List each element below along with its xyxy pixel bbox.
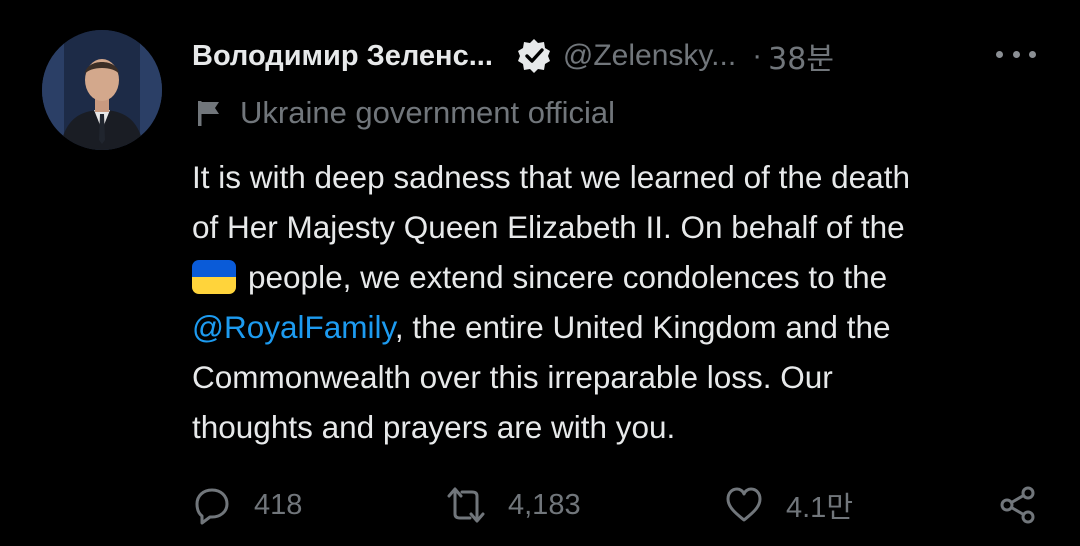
tweet-line: people, we extend sincere condolences to… bbox=[192, 252, 1052, 302]
reply-button[interactable]: 418 bbox=[192, 480, 302, 530]
more-icon[interactable] bbox=[996, 44, 1036, 64]
flag-icon bbox=[198, 101, 219, 126]
action-bar: 418 4,183 4.1만 bbox=[0, 480, 1080, 530]
tweet-line: Commonwealth over this irreparable loss.… bbox=[192, 359, 833, 395]
like-count: 4.1만 bbox=[786, 492, 853, 524]
share-button[interactable] bbox=[998, 480, 1038, 530]
tweet-line-text: , the entire United Kingdom and the bbox=[394, 309, 891, 345]
tweet-line: It is with deep sadness that we learned … bbox=[192, 159, 910, 195]
author-avatar[interactable] bbox=[42, 30, 162, 150]
mention-link[interactable]: @RoyalFamily bbox=[192, 309, 395, 345]
retweet-button[interactable]: 4,183 bbox=[446, 480, 581, 530]
account-label-text: Ukraine government official bbox=[240, 95, 616, 130]
tweet-header: Володимир Зеленс... @Zelensky... · 38분 bbox=[192, 30, 834, 82]
share-icon bbox=[1000, 486, 1035, 524]
avatar-portrait bbox=[42, 30, 162, 150]
like-button[interactable]: 4.1만 bbox=[724, 480, 853, 530]
tweet-text: It is with deep sadness that we learned … bbox=[192, 152, 1052, 452]
verified-badge-icon bbox=[515, 37, 553, 75]
tweet-line-text: people, we extend sincere condolences to… bbox=[248, 259, 888, 295]
author-handle[interactable]: @Zelensky... bbox=[563, 39, 736, 73]
tweet-line: thoughts and prayers are with you. bbox=[192, 409, 676, 445]
reply-count: 418 bbox=[254, 488, 303, 521]
separator: · bbox=[752, 39, 763, 72]
timestamp[interactable]: 38분 bbox=[768, 34, 834, 78]
tweet-line: of Her Majesty Queen Elizabeth II. On be… bbox=[192, 209, 905, 245]
ukraine-flag-emoji bbox=[192, 260, 236, 294]
heart-icon bbox=[726, 487, 762, 522]
author-name[interactable]: Володимир Зеленс... bbox=[192, 40, 493, 73]
retweet-icon bbox=[447, 487, 485, 523]
retweet-count: 4,183 bbox=[508, 488, 581, 521]
account-label[interactable]: Ukraine government official bbox=[194, 92, 615, 134]
reply-icon bbox=[195, 488, 229, 525]
tweet-line: @RoyalFamily, the entire United Kingdom … bbox=[192, 302, 1052, 352]
